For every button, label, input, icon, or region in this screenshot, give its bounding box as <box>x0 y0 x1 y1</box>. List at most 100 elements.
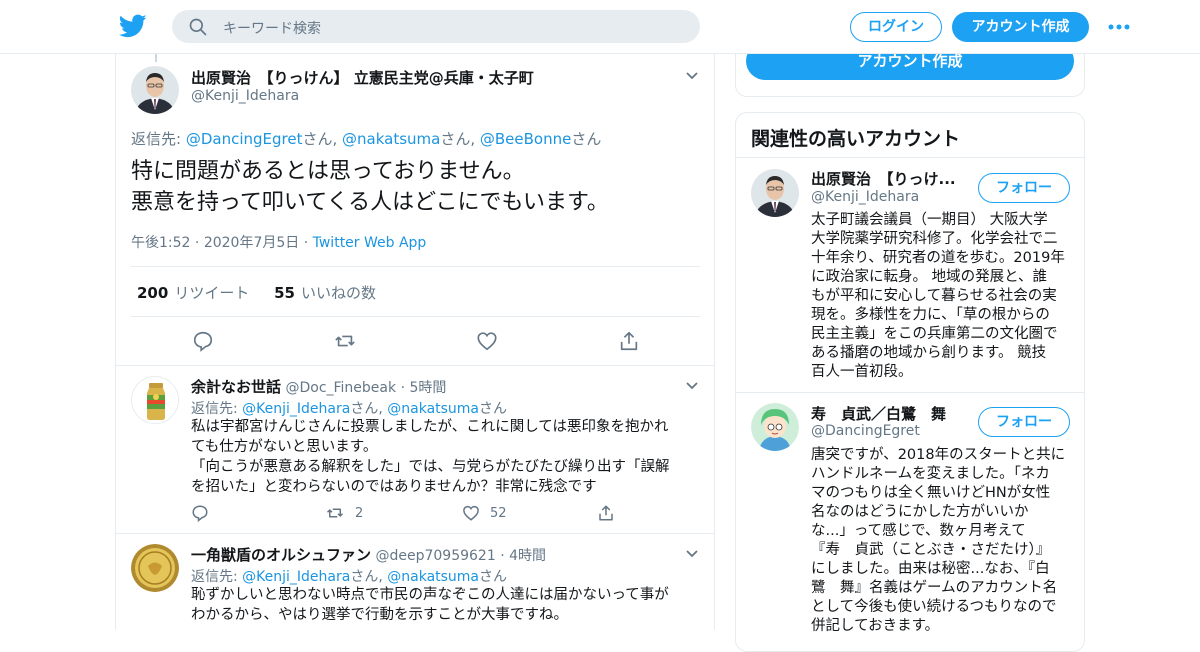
share-icon[interactable] <box>597 504 615 522</box>
search-bar[interactable]: キーワード検索 <box>172 10 700 43</box>
tweet-age[interactable]: 4時間 <box>509 548 546 564</box>
tweet-meta: 午後1:52 · 2020年7月5日 · Twitter Web App <box>131 235 427 251</box>
author-display-name[interactable]: 余計なお世話 <box>191 378 281 396</box>
account-handle[interactable]: @DancingEgret <box>811 423 920 439</box>
related-accounts-panel: 関連性の高いアカウント 出原賢治 【りっけ... @Kenji_Idehara … <box>735 112 1085 652</box>
follow-button[interactable]: フォロー <box>978 407 1070 437</box>
tweet-text: 恥ずかしいと思わない時点で市民の声なぞこの人達には届かないって事が わかるから、… <box>191 585 696 625</box>
retweet-stat[interactable]: 200 リツイート <box>137 284 249 302</box>
bio-line: な...」って感じで、数ヶ月考えて <box>811 523 1026 539</box>
account-handle[interactable]: @Kenji_Idehara <box>811 189 919 205</box>
author-handle[interactable]: @deep70959621 <box>375 548 495 564</box>
bio-line: にしました。由来は秘密...なお、『白 <box>811 561 1050 577</box>
divider <box>116 533 714 534</box>
reply-prefix: 返信先: <box>131 130 186 148</box>
author-display-name[interactable]: 出原賢治 【りっけん】 立憲民主党@兵庫・太子町 <box>191 67 534 88</box>
bio-line: 百人一首初段。 <box>811 364 913 380</box>
signup-button[interactable]: アカウント作成 <box>952 12 1089 42</box>
tweet-date[interactable]: 2020年7月5日 <box>204 235 299 251</box>
account-bio: 唐突ですが、2018年のスタートと共に ハンドルネームを変えました。「ネカ マの… <box>811 446 1073 636</box>
chevron-down-icon[interactable] <box>685 381 699 391</box>
reply-suffix: さん <box>479 569 508 585</box>
divider <box>131 316 700 317</box>
author-display-name[interactable]: 一角獣盾のオルシュファン <box>191 546 371 564</box>
like-count: 55 <box>274 284 295 302</box>
bio-line: として今後も使い続けるつもりなので <box>811 599 1057 615</box>
like-stat[interactable]: 55 いいねの数 <box>274 284 376 302</box>
reply-suffix: さん, <box>350 401 388 417</box>
like-label: いいねの数 <box>300 284 376 302</box>
search-icon <box>189 18 207 36</box>
tweet-text: 私は宇都宮けんじさんに投票しましたが、これに関しては悪印象を抱かれ ても仕方がな… <box>191 417 696 497</box>
author-handle[interactable]: @Kenji_Idehara <box>191 88 299 104</box>
tweet-text-line: わかるから、やはり選挙で行動を示すことが大事ですね。 <box>191 607 568 623</box>
reply-mention[interactable]: @nakatsuma <box>342 130 440 148</box>
top-bar: キーワード検索 ログイン アカウント作成 <box>0 0 1200 54</box>
bio-line: 大学院薬学研究科修了。化学会社で二 <box>811 231 1058 247</box>
retweet-count: 2 <box>355 506 364 521</box>
tweet-text-line: ても仕方がないと思います。 <box>191 439 378 455</box>
divider <box>131 266 700 267</box>
follow-button[interactable]: フォロー <box>978 173 1070 203</box>
author-handle[interactable]: @Doc_Finebeak <box>285 380 396 396</box>
avatar[interactable] <box>751 403 799 451</box>
tweet-text-line: 「向こうが悪意ある解釈をした」では、与党らがたびたび繰り出す「誤解 <box>191 459 670 475</box>
like-count: 52 <box>490 506 507 521</box>
avatar[interactable] <box>131 376 179 424</box>
divider <box>736 157 1084 158</box>
bio-line: に政治家に転身。 地域の発展と、誰 <box>811 269 1048 285</box>
retweet-label: リツイート <box>174 284 250 302</box>
like-icon[interactable] <box>462 504 480 522</box>
reply-icon[interactable] <box>191 504 209 522</box>
avatar[interactable] <box>131 66 179 114</box>
tweet-text-line: 悪意を持って叩いてくる人はどこにでもいます。 <box>131 190 609 215</box>
account-bio: 太子町議会議員（一期目） 大阪大学 大学院薬学研究科修了。化学会社で二 十年余り… <box>811 211 1073 382</box>
avatar[interactable] <box>751 169 799 217</box>
bio-line: 唐突ですが、2018年のスタートと共に <box>811 447 1066 463</box>
reply-suffix: さん <box>479 401 508 417</box>
panel-title: 関連性の高いアカウント <box>751 128 961 150</box>
bio-line: 太子町議会議員（一期目） 大阪大学 <box>811 212 1048 228</box>
more-icon[interactable] <box>1108 24 1130 30</box>
search-input[interactable]: キーワード検索 <box>223 18 321 38</box>
reply-mention[interactable]: @DancingEgret <box>186 130 303 148</box>
bio-line: ハンドルネームを変えました。「ネカ <box>811 466 1050 482</box>
share-icon[interactable] <box>618 330 640 352</box>
account-display-name[interactable]: 寿 貞武／白鷺 舞 <box>811 403 946 424</box>
bio-line: 名なのはどうにかした方がいいか <box>811 504 1029 520</box>
reply-to-line: 返信先: @Kenji_Ideharaさん, @nakatsumaさん <box>191 566 507 586</box>
retweet-icon[interactable] <box>326 504 344 522</box>
thread-connector <box>155 54 157 62</box>
bio-line: 十年余り、研究者の道を歩む。2019年 <box>811 250 1065 266</box>
divider <box>116 365 714 366</box>
tweet-text: 特に問題があるとは思っておりません。 悪意を持って叩いてくる人はどこにでもいます。 <box>131 156 609 218</box>
avatar[interactable] <box>131 544 179 592</box>
retweet-icon[interactable] <box>334 330 356 352</box>
reply-mention[interactable]: @nakatsuma <box>387 401 479 417</box>
login-button[interactable]: ログイン <box>850 12 942 42</box>
bio-line: もが平和に安心して暮らせる社会の実 <box>811 288 1057 304</box>
chevron-down-icon[interactable] <box>685 549 699 559</box>
bio-line: ある播磨の地域から創ります。 競技 <box>811 345 1047 361</box>
tweet-source[interactable]: Twitter Web App <box>313 235 427 251</box>
bio-line: 鷺 舞』名義はゲームのアカウント名 <box>811 580 1058 596</box>
bio-line: 『寿 貞武（ことぶき・さだたけ）』 <box>811 542 1051 558</box>
reply-mention[interactable]: @Kenji_Idehara <box>242 401 350 417</box>
reply-mention[interactable]: @nakatsuma <box>387 569 479 585</box>
chevron-down-icon[interactable] <box>685 71 699 81</box>
reply-mention[interactable]: @BeeBonne <box>480 130 571 148</box>
twitter-logo-icon[interactable] <box>119 12 147 40</box>
tweet-time[interactable]: 午後1:52 <box>131 235 190 251</box>
reply-suffix: さん, <box>440 130 480 148</box>
bio-line: マのつもりは全く無いけどHNが女性 <box>811 485 1051 501</box>
reply-mention[interactable]: @Kenji_Idehara <box>242 569 350 585</box>
tweet-age[interactable]: 5時間 <box>409 380 446 396</box>
divider <box>736 392 1084 393</box>
tweet-text-line: 私は宇都宮けんじさんに投票しましたが、これに関しては悪印象を抱かれ <box>191 419 669 435</box>
account-display-name[interactable]: 出原賢治 【りっけ... <box>811 168 956 189</box>
reply-icon[interactable] <box>192 330 214 352</box>
like-icon[interactable] <box>476 330 498 352</box>
tweet-header: 一角獣盾のオルシュファン @deep70959621 · 4時間 <box>191 546 547 564</box>
retweet-count: 200 <box>137 284 169 302</box>
main-timeline: 出原賢治 【りっけん】 立憲民主党@兵庫・太子町 @Kenji_Idehara … <box>115 54 715 630</box>
